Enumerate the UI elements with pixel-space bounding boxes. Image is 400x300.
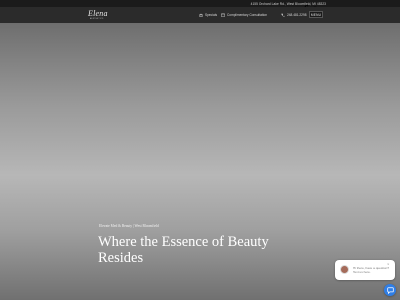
- nav-consultation-label: Complimentary Consultation: [227, 13, 268, 17]
- menu-button[interactable]: MENU: [309, 11, 323, 18]
- chat-prompt-bubble[interactable]: Hi there, have a question? Text us here.: [335, 260, 395, 280]
- hero-kicker: Elevate Med & Beauty | West Bloomfield: [99, 224, 159, 228]
- hero-title: Where the Essence of Beauty Resides: [98, 234, 269, 266]
- logo-subtext: AESTHETICS: [90, 18, 104, 20]
- close-icon[interactable]: ×: [387, 262, 390, 266]
- gift-icon: [199, 13, 203, 17]
- chat-message: Hi there, have a question? Text us here.: [353, 265, 390, 274]
- nav-phone-label: 248.481.2298: [287, 13, 307, 17]
- phone-icon: [281, 13, 285, 17]
- chat-icon: [386, 286, 394, 294]
- nav-specials-link[interactable]: Specials: [199, 12, 217, 18]
- top-info-bar: 4155 Orchard Lake Rd., West Bloomfield, …: [0, 0, 400, 7]
- nav-phone-link[interactable]: 248.481.2298: [281, 12, 307, 18]
- calendar-icon: [221, 13, 225, 17]
- chat-avatar: [340, 265, 349, 274]
- nav-consultation-link[interactable]: Complimentary Consultation: [221, 12, 267, 18]
- nav-specials-label: Specials: [205, 13, 218, 17]
- chat-launcher-button[interactable]: [384, 284, 396, 296]
- logo[interactable]: Elena: [88, 9, 108, 18]
- main-navbar: Elena AESTHETICS Specials Complimentary …: [0, 7, 400, 23]
